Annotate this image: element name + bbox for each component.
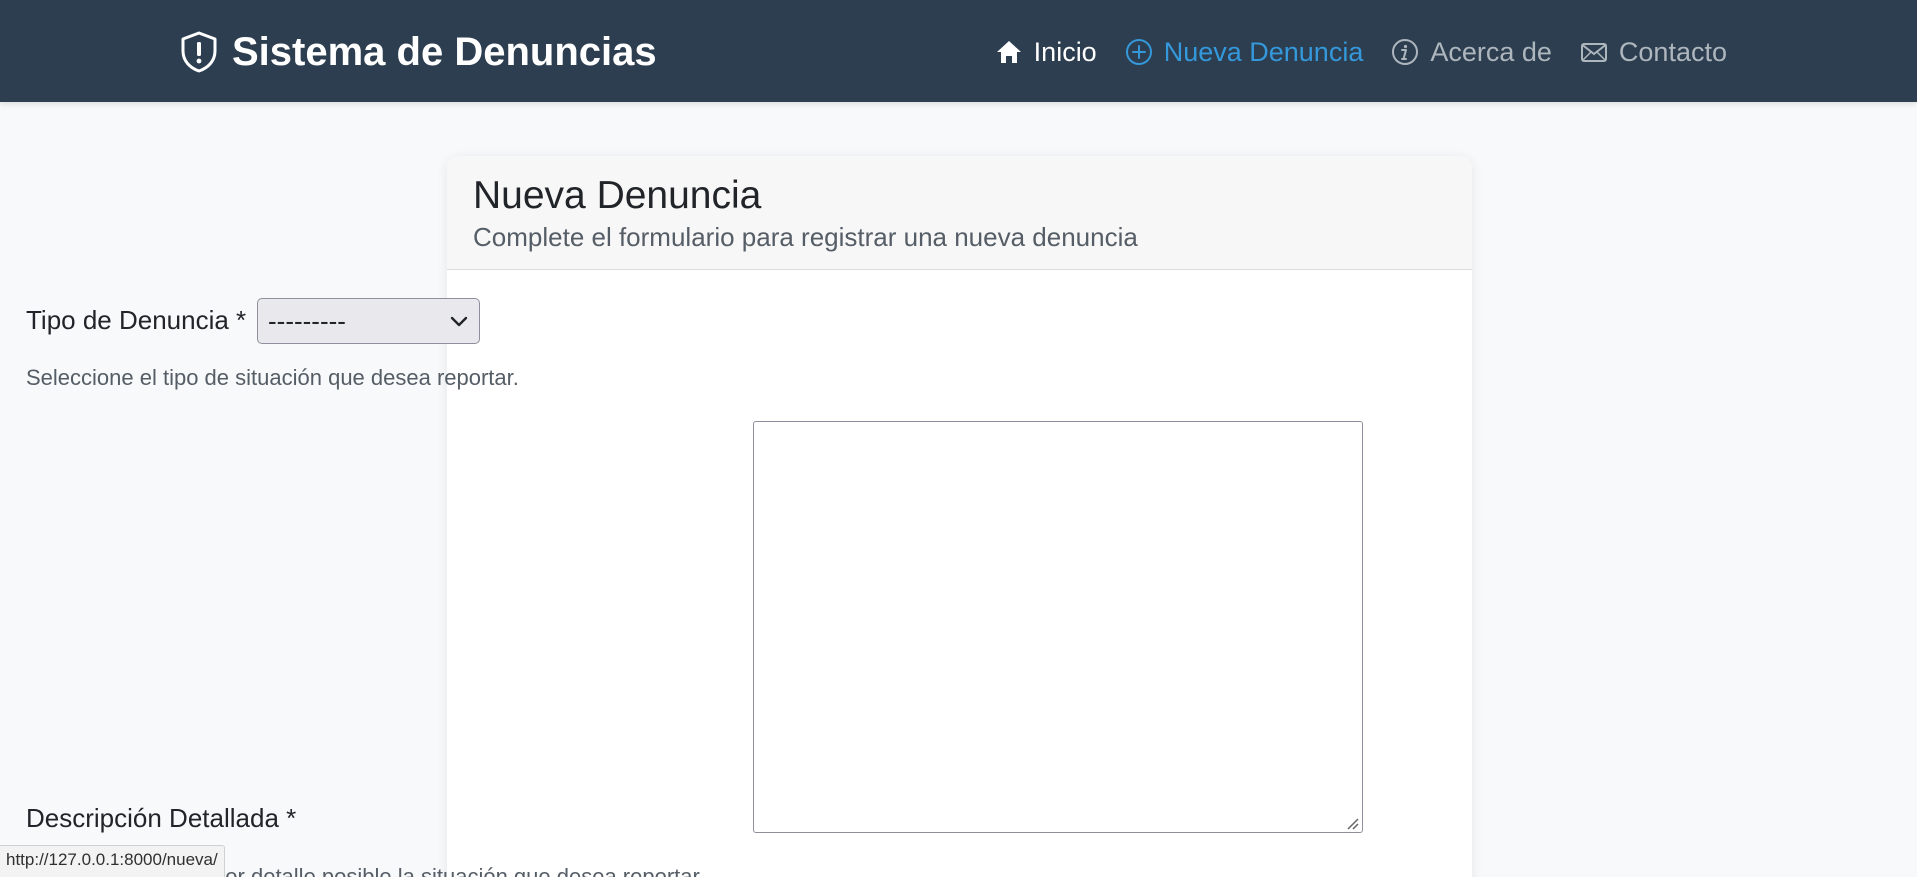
brand-link[interactable]: Sistema de Denuncias — [180, 24, 657, 80]
plus-circle-icon — [1125, 39, 1152, 65]
tipo-denuncia-select[interactable]: --------- — [257, 298, 480, 344]
status-bar-url: http://127.0.0.1:8000/nueva/ — [0, 845, 225, 877]
tipo-denuncia-label: Tipo de Denuncia * — [26, 305, 247, 335]
descripcion-label: Descripción Detallada * — [26, 803, 297, 833]
nav-item-contacto[interactable]: Contacto — [1580, 37, 1727, 68]
nav-item-label: Nueva Denuncia — [1163, 36, 1364, 67]
page-subtitle: Complete el formulario para registrar un… — [473, 222, 1138, 252]
nav-item-acerca-de[interactable]: Acerca de — [1391, 37, 1552, 68]
navbar: Sistema de Denuncias Inicio Nueva Denunc… — [0, 0, 1917, 102]
nav-item-label: Contacto — [1618, 36, 1727, 67]
descripcion-textarea[interactable] — [753, 421, 1363, 833]
resize-grip-icon[interactable] — [1343, 814, 1359, 830]
house-icon — [996, 41, 1021, 63]
info-circle-icon — [1392, 39, 1419, 65]
shield-exclamation-icon — [181, 31, 217, 73]
tipo-denuncia-selected-value: --------- — [268, 305, 346, 336]
page-title: Nueva Denuncia — [473, 174, 762, 217]
nav-item-nueva-denuncia[interactable]: Nueva Denuncia — [1125, 36, 1364, 68]
nav-item-inicio[interactable]: Inicio — [995, 37, 1097, 68]
tipo-denuncia-help: Seleccione el tipo de situación que dese… — [26, 365, 519, 390]
nav-menu: Inicio Nueva Denuncia Acerca de Contacto — [995, 28, 1727, 76]
nav-item-label: Inicio — [1033, 36, 1097, 67]
envelope-icon — [1580, 43, 1607, 62]
chevron-down-icon — [450, 316, 468, 327]
card-header: Nueva Denuncia Complete el formulario pa… — [447, 156, 1472, 270]
nav-item-label: Acerca de — [1430, 36, 1552, 67]
brand-title: Sistema de Denuncias — [232, 29, 657, 74]
